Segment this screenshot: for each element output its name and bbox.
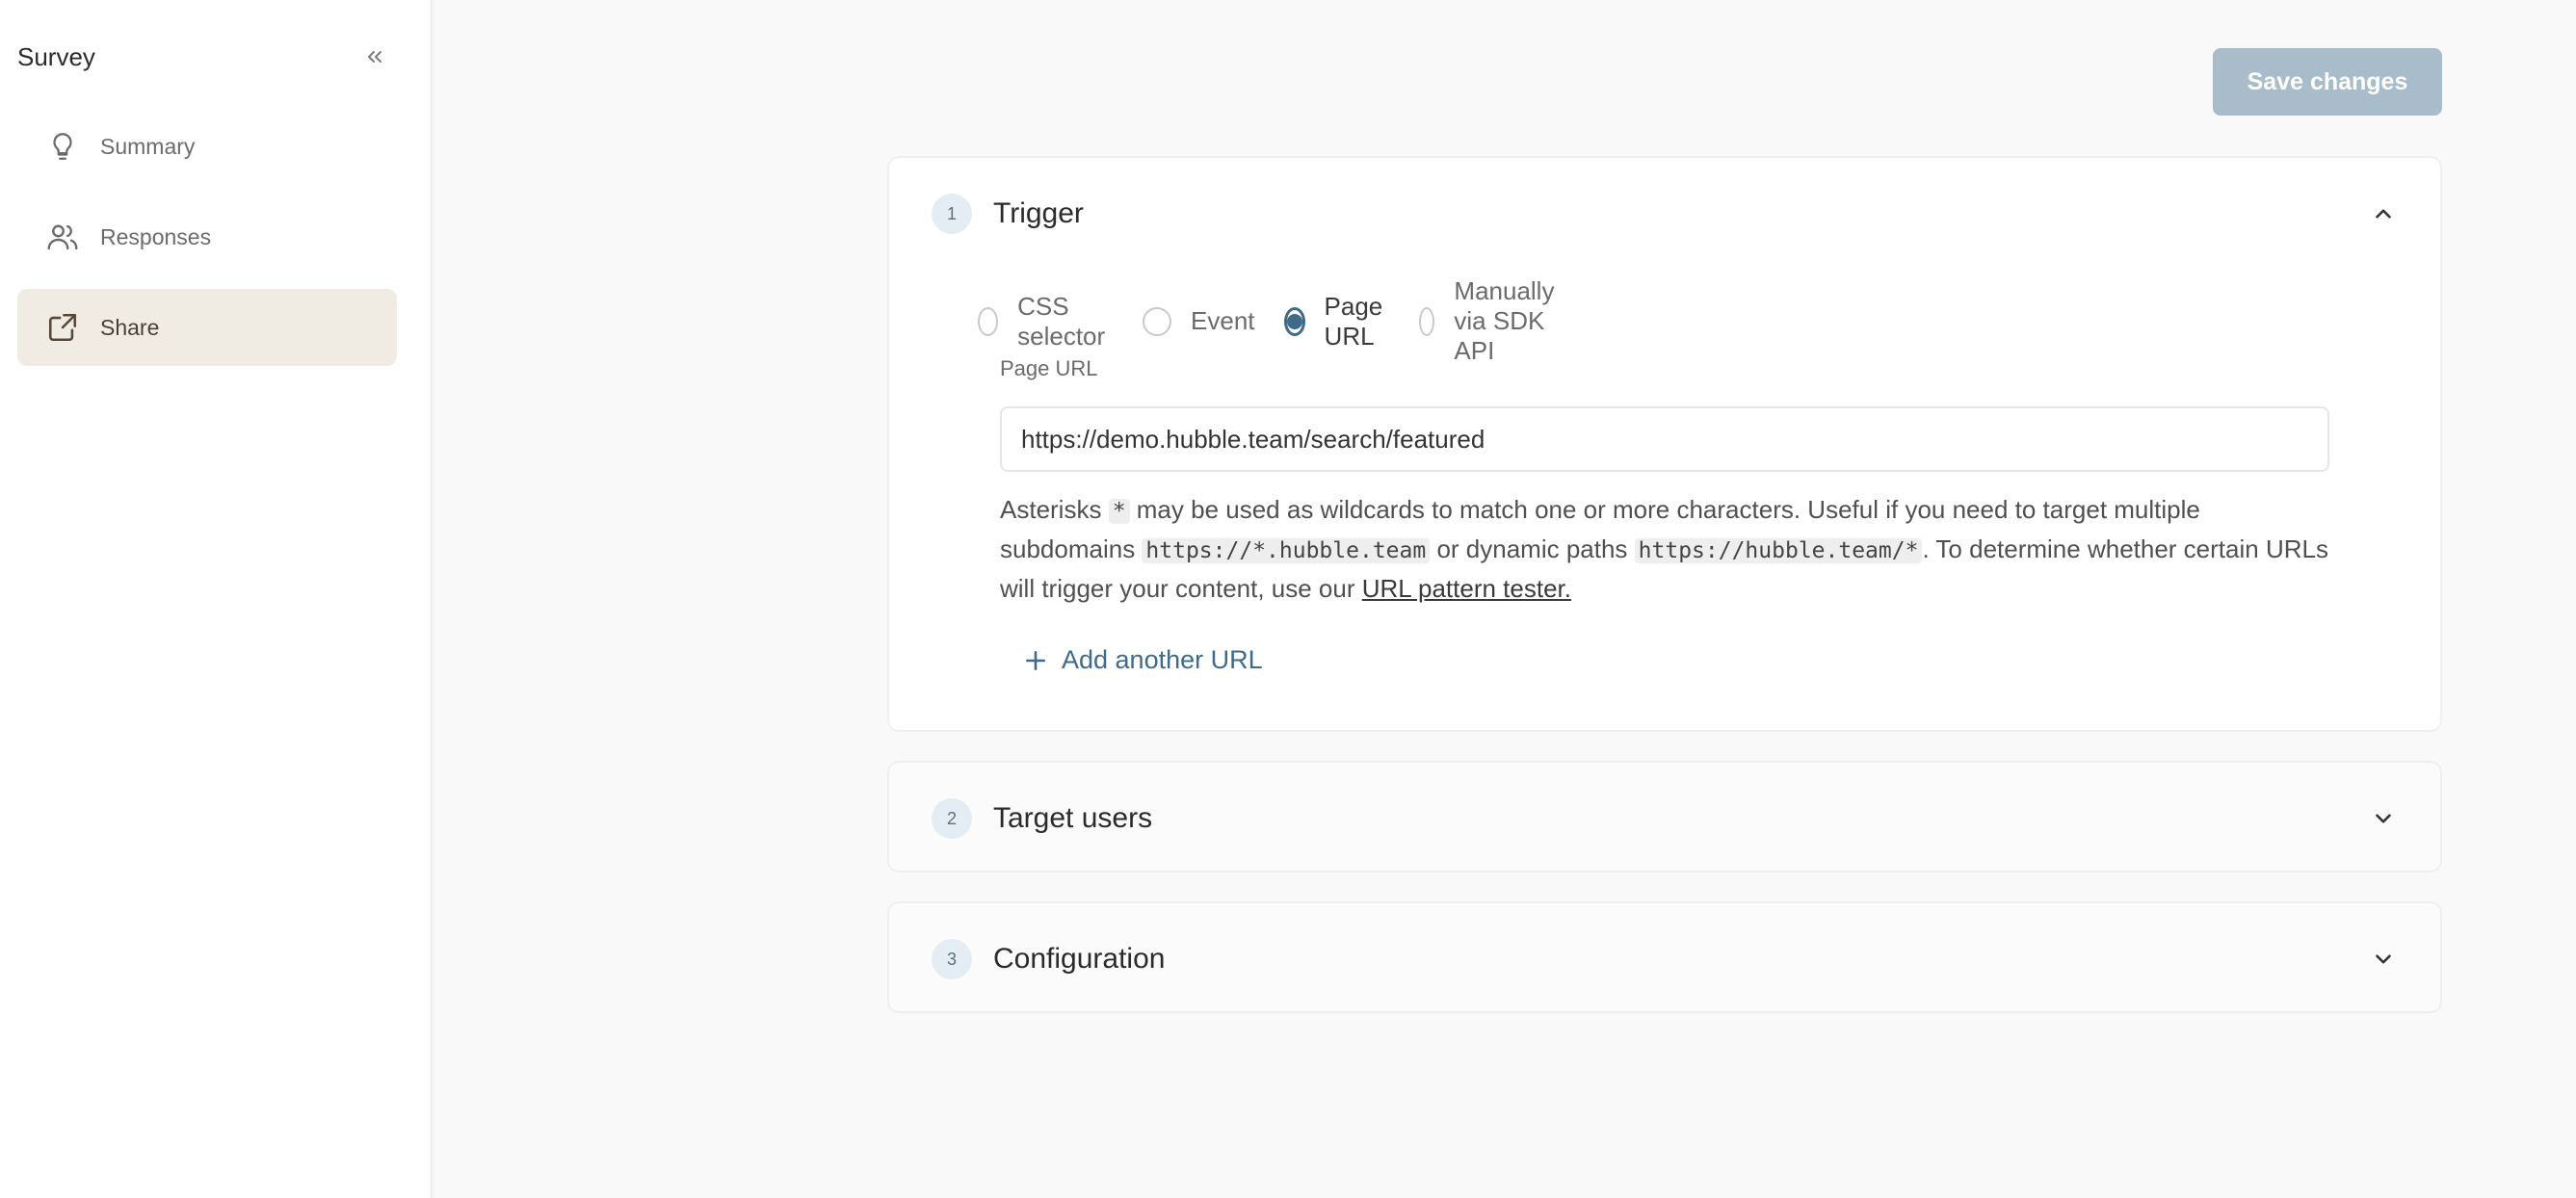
sidebar-item-responses[interactable]: Responses xyxy=(17,198,397,275)
sidebar-item-share[interactable]: Share xyxy=(17,289,397,366)
plus-icon xyxy=(1023,648,1048,673)
chevron-down-icon[interactable] xyxy=(2369,804,2398,833)
configuration-section-header[interactable]: 3 Configuration xyxy=(889,903,2440,1015)
radio-dot xyxy=(1286,313,1302,329)
sidebar-title: Survey xyxy=(17,42,95,71)
chevron-up-icon[interactable] xyxy=(2369,199,2398,228)
radio-circle[interactable] xyxy=(1419,306,1435,336)
section-title: Configuration xyxy=(993,943,1166,975)
radio-event[interactable]: Event xyxy=(1143,306,1255,336)
save-changes-button[interactable]: Save changes xyxy=(2213,48,2442,116)
sidebar-item-label: Summary xyxy=(100,133,196,159)
collapse-sidebar-button[interactable] xyxy=(360,42,389,71)
radio-circle-checked[interactable] xyxy=(1283,306,1305,336)
sidebar-nav: Summary Responses Share xyxy=(17,108,397,379)
target-users-section: 2 Target users xyxy=(887,761,2442,872)
double-chevron-left-icon xyxy=(368,51,381,63)
external-link-icon xyxy=(44,309,81,346)
radio-circle[interactable] xyxy=(978,306,999,336)
radio-page-url[interactable]: Page URL xyxy=(1283,291,1391,352)
url-pattern-tester-link[interactable]: URL pattern tester. xyxy=(1362,574,1571,603)
configuration-section: 3 Configuration xyxy=(887,901,2442,1013)
page-url-input[interactable] xyxy=(1000,406,2329,472)
chevron-down-icon[interactable] xyxy=(2369,945,2398,974)
sidebar-item-summary[interactable]: Summary xyxy=(17,108,397,185)
trigger-type-radio-group: CSS selector Event Page URL Manually via… xyxy=(978,276,1596,366)
radio-label: Manually via SDK API xyxy=(1454,276,1555,365)
trigger-section-header[interactable]: 1 Trigger xyxy=(889,158,2440,270)
add-url-label: Add another URL xyxy=(1062,645,1263,674)
sidebar-item-label: Share xyxy=(100,314,160,340)
main-content: Save changes 1 Trigger CSS selector Even… xyxy=(433,0,2576,1198)
radio-css-selector[interactable]: CSS selector xyxy=(978,292,1114,352)
radio-label: CSS selector xyxy=(1017,291,1106,351)
help-text-part: or dynamic paths xyxy=(1430,534,1635,563)
section-title: Target users xyxy=(993,802,1153,834)
wildcard-help-text: Asterisks * may be used as wildcards to … xyxy=(1000,491,2339,608)
radio-manual-sdk[interactable]: Manually via SDK API xyxy=(1419,276,1567,366)
page-url-label: Page URL xyxy=(1000,356,1098,380)
step-badge: 3 xyxy=(932,939,972,979)
code-snippet: https://*.hubble.team xyxy=(1142,538,1431,563)
radio-label: Page URL xyxy=(1324,291,1383,351)
code-snippet: https://hubble.team/* xyxy=(1634,538,1923,563)
help-text-part: Asterisks xyxy=(1000,495,1109,524)
code-snippet: * xyxy=(1108,499,1130,524)
app: Survey Summary Responses Share Save chan… xyxy=(0,0,2576,1198)
users-icon xyxy=(44,219,81,255)
radio-circle[interactable] xyxy=(1143,306,1172,336)
step-badge: 2 xyxy=(932,798,972,839)
target-users-section-header[interactable]: 2 Target users xyxy=(889,763,2440,874)
lightbulb-icon xyxy=(44,128,81,165)
add-another-url-button[interactable]: Add another URL xyxy=(1023,645,1263,675)
step-badge: 1 xyxy=(932,194,972,234)
sidebar: Survey Summary Responses Share xyxy=(0,0,433,1198)
sidebar-item-label: Responses xyxy=(100,223,212,249)
section-title: Trigger xyxy=(993,197,1084,229)
radio-label: Event xyxy=(1191,306,1255,335)
